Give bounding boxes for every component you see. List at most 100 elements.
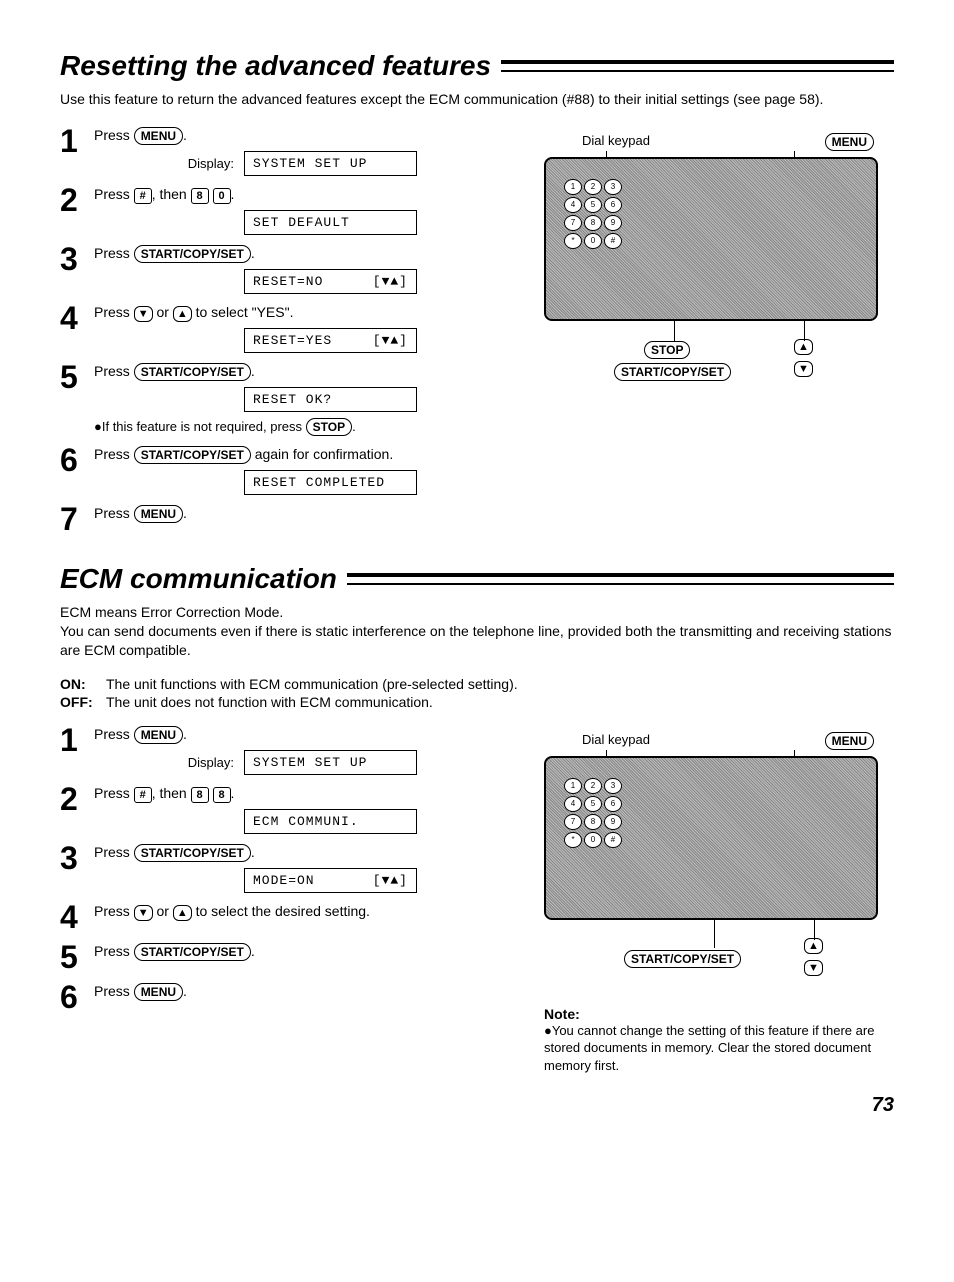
step-text: .: [231, 785, 235, 801]
step-text: Press: [94, 186, 134, 202]
step-number: 2: [60, 184, 84, 216]
step-text: .: [231, 186, 235, 202]
hash-key: #: [134, 188, 152, 204]
start-copy-set-button: START/COPY/SET: [134, 844, 251, 862]
key-8: 8: [191, 188, 209, 204]
on-text: The unit functions with ECM communicatio…: [106, 676, 518, 692]
step-number: 3: [60, 842, 84, 874]
s2-step-5: 5 Press START/COPY/SET.: [60, 941, 514, 973]
start-copy-set-button: START/COPY/SET: [134, 943, 251, 961]
note-text: .: [352, 419, 356, 434]
step-text: .: [183, 127, 187, 143]
section1-intro: Use this feature to return the advanced …: [60, 90, 894, 109]
down-arrow-button: ▼: [134, 905, 153, 921]
heading-rule: [347, 573, 894, 585]
start-copy-set-button: START/COPY/SET: [134, 446, 251, 464]
heading-rule: [501, 60, 894, 72]
step-text: Press: [94, 726, 134, 742]
step-number: 5: [60, 361, 84, 393]
note-body: ●You cannot change the setting of this f…: [544, 1022, 894, 1075]
s2-step-6: 6 Press MENU.: [60, 981, 514, 1013]
s2-step-1: 1 Press MENU. Display: SYSTEM SET UP: [60, 724, 514, 775]
step-text: Press: [94, 943, 134, 959]
start-copy-set-button: START/COPY/SET: [134, 245, 251, 263]
section2-steps: 1 Press MENU. Display: SYSTEM SET UP 2 P…: [60, 724, 514, 1075]
step-3: 3 Press START/COPY/SET. RESET=NO[▼▲]: [60, 243, 514, 294]
lcd-display: RESET=YES[▼▲]: [244, 328, 417, 353]
lcd-display: RESET=NO[▼▲]: [244, 269, 417, 294]
step-number: 5: [60, 941, 84, 973]
step-text: Press: [94, 903, 134, 919]
key-8b: 8: [213, 787, 231, 803]
step-text: to select the desired setting.: [192, 903, 370, 919]
note-heading: Note:: [544, 1006, 894, 1022]
section2-intro: ECM means Error Correction Mode. You can…: [60, 603, 894, 660]
step-number: 6: [60, 444, 84, 476]
step-text: .: [183, 983, 187, 999]
step-text: or: [153, 903, 173, 919]
device-keypad: 123 456 789 *0#: [564, 179, 622, 249]
device-diagram-2: Dial keypad MENU 123 456 789 *0# ▲ START: [544, 732, 894, 990]
down-arrow-button: ▼: [134, 306, 153, 322]
step-text: Press: [94, 304, 134, 320]
step-text: .: [251, 363, 255, 379]
section2-heading: ECM communication: [60, 563, 894, 595]
step-number: 7: [60, 503, 84, 535]
start-copy-set-callout: START/COPY/SET: [624, 950, 741, 968]
step-text: to select "YES".: [192, 304, 294, 320]
lcd-display: RESET COMPLETED: [244, 470, 417, 495]
step-4: 4 Press ▼ or ▲ to select "YES". RESET=YE…: [60, 302, 514, 353]
start-copy-set-callout: START/COPY/SET: [614, 363, 731, 381]
step-text: Press: [94, 505, 134, 521]
start-copy-set-button: START/COPY/SET: [134, 363, 251, 381]
step-2: 2 Press #, then 8 0. SET DEFAULT: [60, 184, 514, 235]
step-7: 7 Press MENU.: [60, 503, 514, 535]
step-text: .: [251, 245, 255, 261]
display-label: Display:: [94, 755, 234, 770]
lcd-display: RESET OK?: [244, 387, 417, 412]
menu-callout: MENU: [825, 732, 874, 750]
step-number: 6: [60, 981, 84, 1013]
off-text: The unit does not function with ECM comm…: [106, 694, 433, 710]
step-text: Press: [94, 127, 134, 143]
device-diagram-1: Dial keypad MENU 123 456 789 *0# STOP ▲: [544, 133, 894, 391]
step-text: .: [251, 943, 255, 959]
menu-button: MENU: [134, 127, 183, 145]
step-5: 5 Press START/COPY/SET. RESET OK? ●If th…: [60, 361, 514, 436]
on-label: ON:: [60, 676, 98, 692]
step-number: 3: [60, 243, 84, 275]
step-text: Press: [94, 983, 134, 999]
down-arrow-callout: ▼: [804, 960, 823, 976]
step-6: 6 Press START/COPY/SET again for confirm…: [60, 444, 514, 495]
up-arrow-button: ▲: [173, 306, 192, 322]
up-arrow-callout: ▲: [794, 339, 813, 355]
lcd-display: SYSTEM SET UP: [244, 750, 417, 775]
lcd-display: ECM COMMUNI.: [244, 809, 417, 834]
step-text: Press: [94, 785, 134, 801]
step-text: or: [153, 304, 173, 320]
up-arrow-callout: ▲: [804, 938, 823, 954]
s2-step-4: 4 Press ▼ or ▲ to select the desired set…: [60, 901, 514, 933]
step-number: 4: [60, 901, 84, 933]
menu-callout: MENU: [825, 133, 874, 151]
step-number: 4: [60, 302, 84, 334]
key-8: 8: [191, 787, 209, 803]
step-number: 1: [60, 125, 84, 157]
step-text: .: [183, 726, 187, 742]
stop-callout: STOP: [644, 341, 690, 359]
hash-key: #: [134, 787, 152, 803]
step-1: 1 Press MENU. Display: SYSTEM SET UP: [60, 125, 514, 176]
stop-button: STOP: [306, 418, 352, 436]
up-arrow-button: ▲: [173, 905, 192, 921]
s2-step-2: 2 Press #, then 8 8. ECM COMMUNI.: [60, 783, 514, 834]
section2-title: ECM communication: [60, 563, 337, 595]
dial-keypad-label: Dial keypad: [582, 732, 650, 750]
lcd-display: SYSTEM SET UP: [244, 151, 417, 176]
menu-button: MENU: [134, 505, 183, 523]
step-text: Press: [94, 245, 134, 261]
lcd-display: MODE=ON[▼▲]: [244, 868, 417, 893]
step-text: Press: [94, 446, 134, 462]
arrow-indicator: [▼▲]: [373, 274, 408, 289]
lcd-display: SET DEFAULT: [244, 210, 417, 235]
step-number: 2: [60, 783, 84, 815]
